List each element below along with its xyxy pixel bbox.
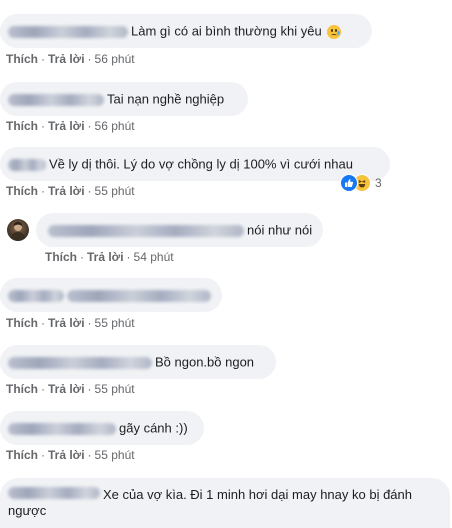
like-icon (340, 174, 358, 192)
comment-text: Về ly dị thôi. Lý do vợ chồng ly dị 100%… (49, 156, 353, 172)
separator-dot: · (87, 382, 92, 396)
comment-bubble: Tai nạn nghề nghiệp (0, 82, 248, 116)
separator-dot: · (41, 316, 45, 330)
avatar[interactable] (7, 219, 29, 241)
reply-link[interactable]: Trả lời (48, 119, 85, 133)
separator-dot: · (87, 448, 92, 462)
sad-tear-emoji-icon (327, 24, 342, 39)
reply-link[interactable]: Trả lời (87, 250, 124, 264)
reply-link[interactable]: Trả lời (48, 316, 85, 330)
like-link[interactable]: Thích (6, 448, 38, 462)
reply-link[interactable]: Trả lời (48, 382, 85, 396)
timestamp[interactable]: 56 phút (95, 52, 135, 66)
like-link[interactable]: Thích (6, 184, 38, 198)
separator-dot: · (87, 184, 92, 198)
comment-text: Bồ ngon.bồ ngon (155, 354, 255, 370)
separator-dot: · (126, 250, 131, 264)
comment-actions: Thích · Trả lời · 55 phút (6, 382, 135, 396)
like-link[interactable]: Thích (6, 119, 38, 133)
reply-link[interactable]: Trả lời (48, 448, 85, 462)
comment-text-blurred (67, 289, 211, 302)
commenter-name-blurred[interactable] (8, 356, 152, 369)
reply-link[interactable]: Trả lời (48, 52, 85, 66)
reaction-summary[interactable]: 3 (340, 174, 382, 192)
timestamp[interactable]: 55 phút (95, 382, 135, 396)
comment-text: Làm gì có ai bình thường khi yêu (131, 23, 322, 39)
separator-dot: · (87, 52, 92, 66)
separator-dot: · (87, 316, 92, 330)
comment-actions: Thích · Trả lời · 55 phút (6, 184, 135, 198)
timestamp[interactable]: 55 phút (95, 184, 135, 198)
comment-text: gãy cánh :)) (119, 420, 188, 436)
reaction-count: 3 (375, 176, 382, 190)
comment-actions: Thích · Trả lời · 55 phút (6, 448, 135, 462)
comment-text: Tai nạn nghề nghiệp (107, 91, 225, 107)
commenter-name-blurred[interactable] (8, 93, 104, 106)
comment-bubble: Xe của vợ kìa. Đi 1 minh hơi dại may hna… (0, 478, 450, 528)
comment-actions: Thích · Trả lời · 55 phút (6, 316, 135, 330)
separator-dot: · (41, 448, 45, 462)
comment-actions: Thích · Trả lời · 54 phút (45, 250, 174, 264)
separator-dot: · (41, 119, 45, 133)
commenter-name-blurred[interactable] (8, 25, 128, 38)
like-link[interactable]: Thích (6, 52, 38, 66)
like-link[interactable]: Thích (6, 316, 38, 330)
commenter-name-blurred[interactable] (48, 224, 244, 237)
commenter-name-blurred[interactable] (8, 487, 100, 499)
separator-dot: · (87, 119, 92, 133)
comment-actions: Thích · Trả lời · 56 phút (6, 119, 135, 133)
separator-dot: · (80, 250, 84, 264)
comment-bubble: Làm gì có ai bình thường khi yêu (0, 14, 372, 48)
timestamp[interactable]: 54 phút (134, 250, 174, 264)
comment-bubble: Về ly dị thôi. Lý do vợ chồng ly dị 100%… (0, 147, 390, 181)
separator-dot: · (41, 184, 45, 198)
timestamp[interactable]: 55 phút (95, 316, 135, 330)
like-link[interactable]: Thích (45, 250, 77, 264)
commenter-name-blurred[interactable] (8, 289, 64, 302)
separator-dot: · (41, 52, 45, 66)
reply-link[interactable]: Trả lời (48, 184, 85, 198)
comment-bubble: gãy cánh :)) (0, 411, 204, 445)
commenter-name-blurred[interactable] (8, 158, 46, 171)
commenter-name-blurred[interactable] (8, 422, 116, 435)
comment-bubble: nói như nói (36, 213, 323, 247)
comment-actions: Thích · Trả lời · 56 phút (6, 52, 135, 66)
like-link[interactable]: Thích (6, 382, 38, 396)
comment-bubble: Bồ ngon.bồ ngon (0, 345, 276, 379)
separator-dot: · (41, 382, 45, 396)
comment-thread: Làm gì có ai bình thường khi yêu Thích · T… (0, 0, 452, 528)
timestamp[interactable]: 56 phút (95, 119, 135, 133)
comment-text: nói như nói (247, 222, 313, 238)
comment-bubble (0, 278, 222, 312)
timestamp[interactable]: 55 phút (95, 448, 135, 462)
